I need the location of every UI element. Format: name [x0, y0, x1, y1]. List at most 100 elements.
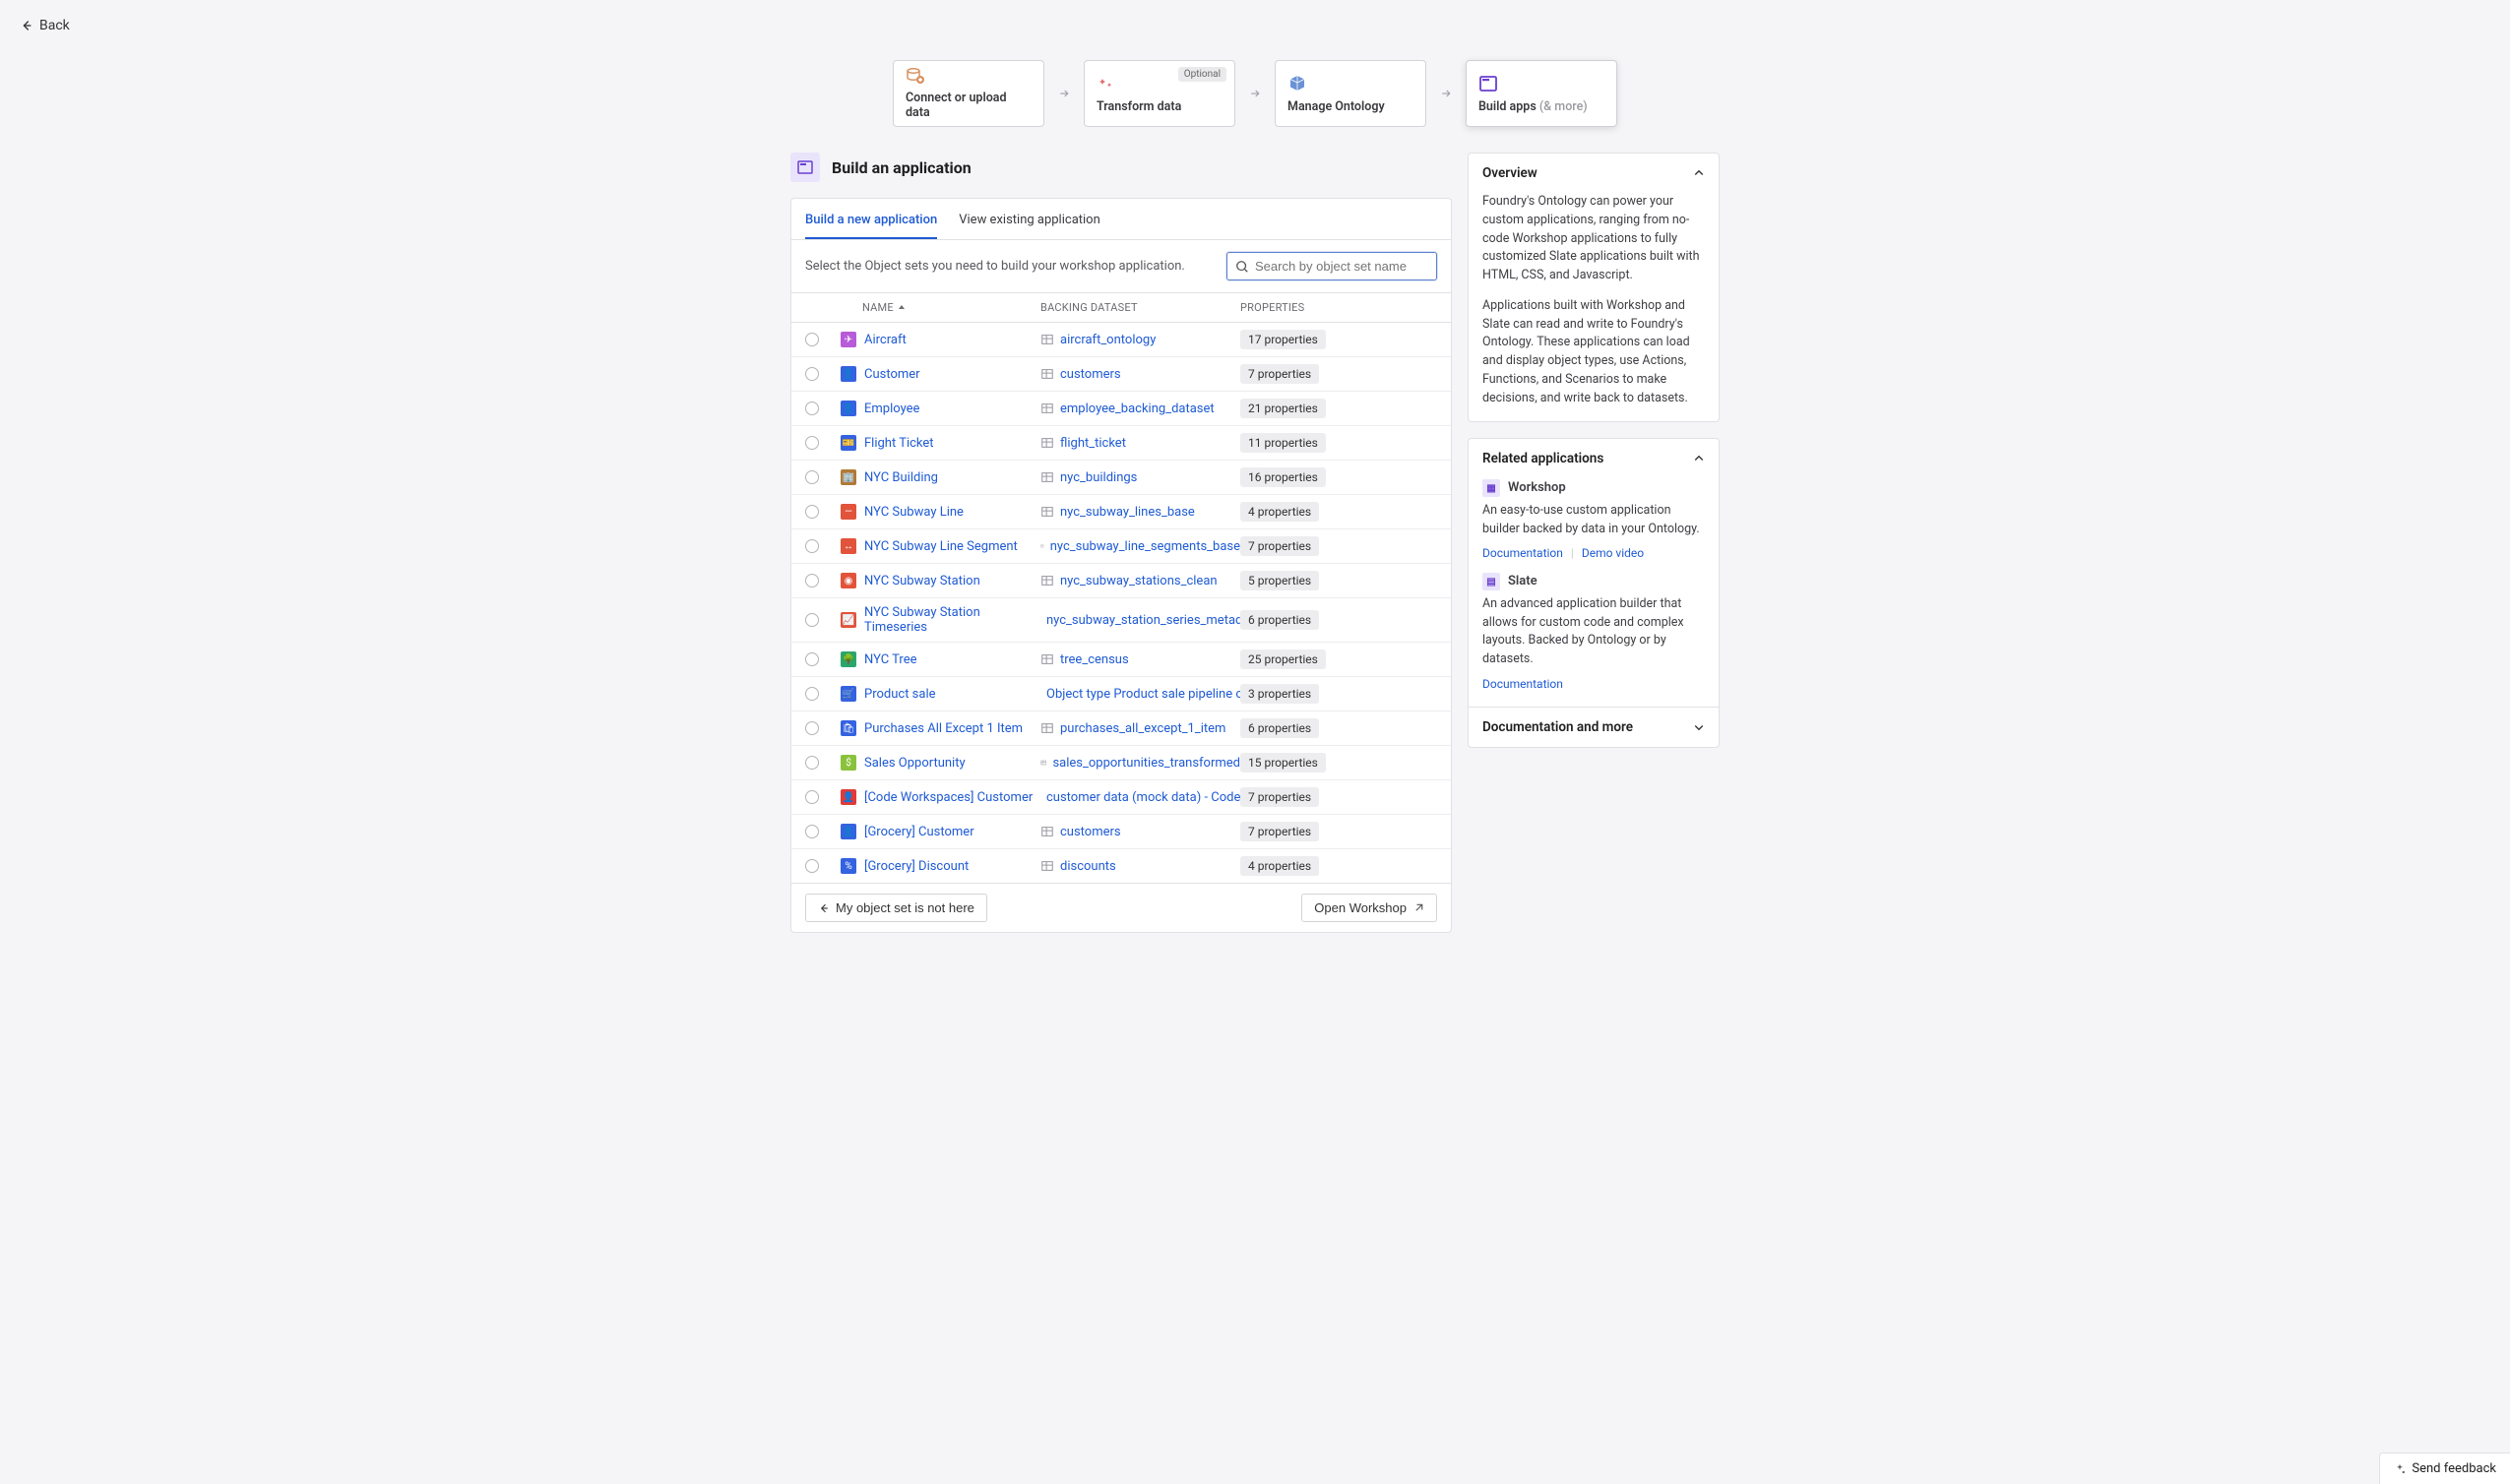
table-row[interactable]: 🌳NYC Treetree_census25 properties	[791, 643, 1451, 677]
step-build-apps[interactable]: Build apps (& more)	[1466, 60, 1617, 127]
table-row[interactable]: 👤Employeeemployee_backing_dataset21 prop…	[791, 392, 1451, 426]
table-row[interactable]: 👤[Grocery] Customercustomers7 properties	[791, 815, 1451, 849]
row-radio[interactable]	[805, 436, 819, 450]
row-radio[interactable]	[805, 367, 819, 381]
row-radio[interactable]	[805, 687, 819, 701]
properties-badge: 7 properties	[1240, 787, 1319, 807]
table-row[interactable]: 🛍Purchases All Except 1 Itempurchases_al…	[791, 711, 1451, 746]
dataset-link[interactable]: Object type Product sale pipeline outp	[1040, 687, 1240, 702]
object-name-cell[interactable]: 👤Employee	[841, 401, 1040, 416]
object-name-cell[interactable]: $Sales Opportunity	[841, 755, 1040, 771]
table-row[interactable]: 🎫Flight Ticketflight_ticket11 properties	[791, 426, 1451, 461]
col-backing[interactable]: BACKING DATASET	[1040, 301, 1240, 314]
related-panel: Related applications ▦ Workshop An easy-…	[1468, 438, 1720, 748]
row-radio[interactable]	[805, 333, 819, 346]
row-radio[interactable]	[805, 652, 819, 666]
row-radio[interactable]	[805, 790, 819, 804]
object-type-icon: 👤	[841, 366, 856, 382]
row-radio[interactable]	[805, 613, 819, 627]
grid-icon	[1040, 367, 1054, 381]
dataset-link[interactable]: nyc_subway_lines_base	[1040, 505, 1240, 520]
object-name-cell[interactable]: 🌳NYC Tree	[841, 651, 1040, 667]
object-name-cell[interactable]: 👤[Grocery] Customer	[841, 824, 1040, 839]
app-icon	[790, 153, 820, 182]
overview-p2: Applications built with Workshop and Sla…	[1482, 297, 1705, 408]
doc-more-toggle[interactable]: Documentation and more	[1469, 708, 1719, 747]
row-radio[interactable]	[805, 859, 819, 873]
row-radio[interactable]	[805, 574, 819, 587]
table-row[interactable]: ↔NYC Subway Line Segmentnyc_subway_line_…	[791, 529, 1451, 564]
object-name-cell[interactable]: —NYC Subway Line	[841, 504, 1040, 520]
row-radio[interactable]	[805, 470, 819, 484]
table-row[interactable]: $Sales Opportunitysales_opportunities_tr…	[791, 746, 1451, 780]
object-name-cell[interactable]: 🛒Product sale	[841, 686, 1040, 702]
table-row[interactable]: 👤[Code Workspaces] Customercustomer data…	[791, 780, 1451, 815]
object-name-cell[interactable]: 🎫Flight Ticket	[841, 435, 1040, 451]
row-radio[interactable]	[805, 402, 819, 415]
row-radio[interactable]	[805, 721, 819, 735]
row-radio[interactable]	[805, 505, 819, 519]
properties-badge: 11 properties	[1240, 433, 1326, 453]
dataset-link[interactable]: nyc_subway_line_segments_base	[1040, 539, 1240, 554]
back-button[interactable]: Back	[20, 18, 70, 33]
dataset-link[interactable]: purchases_all_except_1_item	[1040, 721, 1240, 736]
row-radio[interactable]	[805, 825, 819, 838]
dataset-link[interactable]: discounts	[1040, 859, 1240, 874]
slate-doc-link[interactable]: Documentation	[1482, 675, 1563, 693]
search-input[interactable]	[1255, 259, 1428, 274]
dataset-link[interactable]: employee_backing_dataset	[1040, 402, 1240, 416]
object-name-cell[interactable]: 📈NYC Subway Station Timeseries	[841, 605, 1040, 635]
dataset-link[interactable]: aircraft_ontology	[1040, 333, 1240, 347]
object-name-cell[interactable]: 🏢NYC Building	[841, 469, 1040, 485]
table-row[interactable]: 🏢NYC Buildingnyc_buildings16 properties	[791, 461, 1451, 495]
send-feedback-button[interactable]: Send feedback	[2379, 1453, 2510, 1484]
workshop-doc-link[interactable]: Documentation	[1482, 544, 1563, 562]
table-row[interactable]: 🛒Product saleObject type Product sale pi…	[791, 677, 1451, 711]
dataset-link[interactable]: flight_ticket	[1040, 436, 1240, 451]
table-row[interactable]: —NYC Subway Linenyc_subway_lines_base4 p…	[791, 495, 1451, 529]
object-name-cell[interactable]: %[Grocery] Discount	[841, 858, 1040, 874]
object-name-cell[interactable]: 👤[Code Workspaces] Customer	[841, 789, 1040, 805]
workshop-demo-link[interactable]: Demo video	[1582, 544, 1644, 562]
object-name-cell[interactable]: 🛍Purchases All Except 1 Item	[841, 720, 1040, 736]
dataset-link[interactable]: customer data (mock data) - Code Wor	[1040, 790, 1240, 805]
object-type-icon: ✈	[841, 332, 856, 347]
stepper: Connect or upload data Transform dataOpti…	[0, 36, 2510, 153]
table-row[interactable]: 📈NYC Subway Station Timeseriesnyc_subway…	[791, 598, 1451, 643]
dataset-link[interactable]: nyc_subway_station_series_metadata	[1040, 613, 1240, 628]
tab-build-new[interactable]: Build a new application	[805, 209, 937, 239]
table-row[interactable]: ◉NYC Subway Stationnyc_subway_stations_c…	[791, 564, 1451, 598]
chevron-down-icon	[1693, 721, 1705, 733]
dataset-link[interactable]: customers	[1040, 825, 1240, 839]
object-name-cell[interactable]: 👤Customer	[841, 366, 1040, 382]
step-connect-or-upload-data[interactable]: Connect or upload data	[893, 60, 1044, 127]
dataset-link[interactable]: nyc_subway_stations_clean	[1040, 574, 1240, 588]
step-transform-data[interactable]: Transform dataOptional	[1084, 60, 1235, 127]
overview-toggle[interactable]: Overview	[1469, 154, 1719, 193]
object-type-icon: 🎫	[841, 435, 856, 451]
row-radio[interactable]	[805, 756, 819, 770]
step-manage-ontology[interactable]: Manage Ontology	[1275, 60, 1426, 127]
table-row[interactable]: 👤Customercustomers7 properties	[791, 357, 1451, 392]
object-name-cell[interactable]: ✈Aircraft	[841, 332, 1040, 347]
search-input-wrapper[interactable]	[1226, 252, 1437, 280]
object-name-cell[interactable]: ↔NYC Subway Line Segment	[841, 538, 1040, 554]
table-row[interactable]: ✈Aircraftaircraft_ontology17 properties	[791, 323, 1451, 357]
open-workshop-button[interactable]: Open Workshop	[1301, 894, 1437, 922]
col-properties[interactable]: PROPERTIES	[1240, 301, 1437, 314]
table-row[interactable]: %[Grocery] Discountdiscounts4 properties	[791, 849, 1451, 883]
col-name[interactable]: NAME	[841, 301, 1040, 314]
object-name-cell[interactable]: ◉NYC Subway Station	[841, 573, 1040, 588]
dataset-link[interactable]: customers	[1040, 367, 1240, 382]
row-radio[interactable]	[805, 539, 819, 553]
chevron-up-icon	[1693, 453, 1705, 464]
overview-p1: Foundry's Ontology can power your custom…	[1482, 193, 1705, 285]
not-here-button[interactable]: My object set is not here	[805, 894, 987, 922]
related-toggle[interactable]: Related applications	[1469, 439, 1719, 478]
cube-icon	[1287, 74, 1413, 93]
dataset-link[interactable]: tree_census	[1040, 652, 1240, 667]
tab-view-existing[interactable]: View existing application	[959, 209, 1100, 239]
dataset-link[interactable]: nyc_buildings	[1040, 470, 1240, 485]
dataset-link[interactable]: sales_opportunities_transformed	[1040, 756, 1240, 771]
properties-badge: 16 properties	[1240, 467, 1326, 487]
